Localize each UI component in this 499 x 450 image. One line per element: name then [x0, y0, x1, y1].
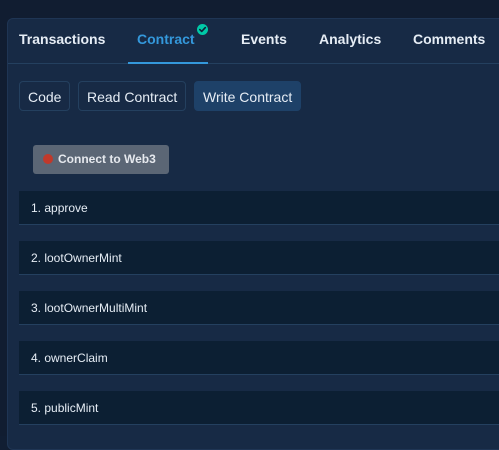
function-row-ownerclaim[interactable]: 4. ownerClaim [19, 341, 499, 375]
tab-bar: Transactions Contract Events Analytics C… [8, 19, 499, 64]
tab-comments[interactable]: Comments [413, 31, 485, 47]
tab-contract-label: Contract [137, 31, 195, 47]
contract-panel: Transactions Contract Events Analytics C… [7, 18, 499, 450]
function-row-lootownermint[interactable]: 2. lootOwnerMint [19, 241, 499, 275]
connect-web3-button[interactable]: Connect to Web3 [33, 145, 169, 174]
active-tab-indicator [128, 62, 208, 64]
function-row-approve[interactable]: 1. approve [19, 191, 499, 225]
connect-web3-label: Connect to Web3 [58, 152, 156, 166]
page-background: Transactions Contract Events Analytics C… [0, 0, 499, 450]
status-dot-icon [43, 154, 53, 164]
tab-transactions[interactable]: Transactions [19, 31, 105, 47]
subtab-code[interactable]: Code [19, 81, 71, 111]
tab-contract[interactable]: Contract [137, 24, 208, 47]
subtab-read-contract[interactable]: Read Contract [78, 81, 187, 111]
subtab-write-contract[interactable]: Write Contract [194, 81, 302, 111]
tab-analytics[interactable]: Analytics [319, 31, 381, 47]
tab-events[interactable]: Events [241, 31, 287, 47]
check-circle-icon [196, 24, 208, 35]
function-row-lootownermultimint[interactable]: 3. lootOwnerMultiMint [19, 291, 499, 325]
function-row-publicmint[interactable]: 5. publicMint [19, 391, 499, 425]
